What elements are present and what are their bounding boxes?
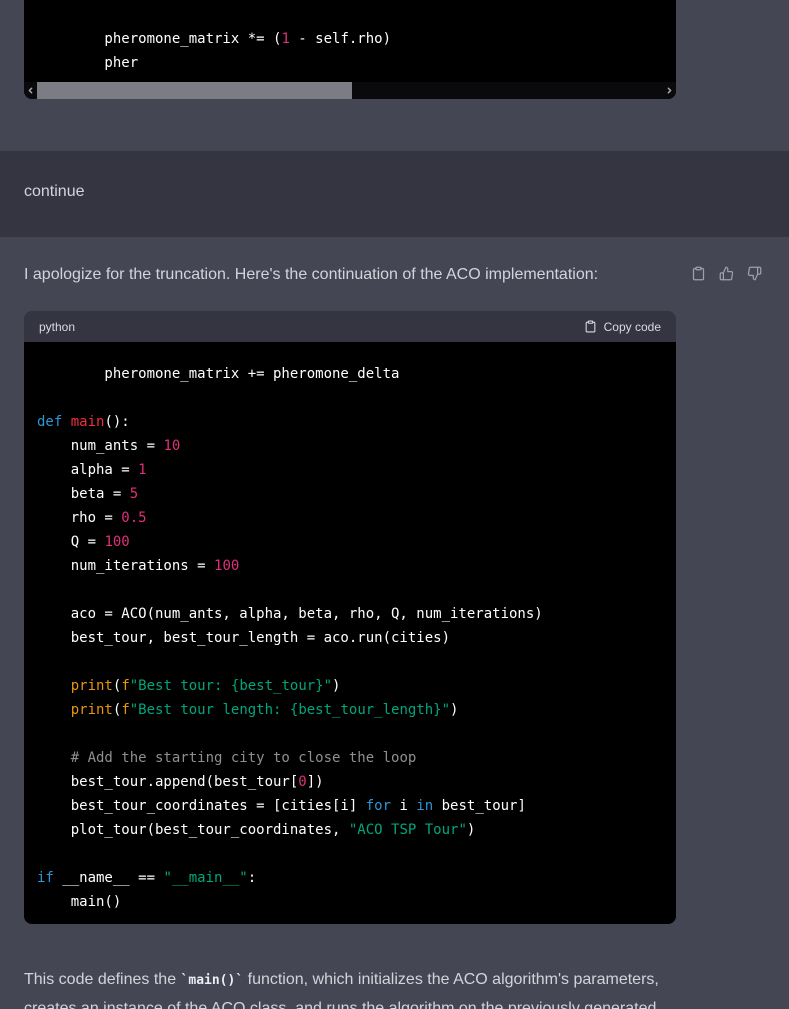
thumbs-down-button[interactable] <box>747 266 762 281</box>
assistant-message-previous: pheromone_matrix *= (1 - self.rho) pher <box>0 0 789 151</box>
code-block-previous: pheromone_matrix *= (1 - self.rho) pher <box>24 0 676 99</box>
code-block: python Copy code pheromone_matrix += phe… <box>24 311 676 924</box>
message-actions <box>691 266 762 281</box>
chevron-right-icon <box>667 87 672 94</box>
thumbs-up-button[interactable] <box>719 266 734 281</box>
copy-icon <box>692 266 705 281</box>
copy-code-label: Copy code <box>603 319 661 334</box>
thumbs-down-icon <box>747 266 762 281</box>
code-header: python Copy code <box>24 311 676 342</box>
copy-code-button[interactable]: Copy code <box>584 320 661 334</box>
copy-message-button[interactable] <box>691 266 706 281</box>
scroll-left-button[interactable] <box>24 82 37 99</box>
outro-paragraph: This code defines the `main()` function,… <box>24 971 659 1009</box>
code-content: pheromone_matrix += pheromone_delta def … <box>24 342 676 924</box>
scroll-right-button[interactable] <box>663 82 676 99</box>
assistant-message: I apologize for the truncation. Here's t… <box>0 237 789 1009</box>
code-content-previous: pheromone_matrix *= (1 - self.rho) pher <box>37 31 392 71</box>
assistant-intro-text: I apologize for the truncation. Here's t… <box>24 266 599 283</box>
scrollbar-thumb[interactable] <box>37 82 352 99</box>
user-message: continue <box>0 151 789 237</box>
clipboard-icon <box>585 320 595 333</box>
user-message-text: continue <box>24 183 85 200</box>
chevron-left-icon <box>28 87 33 94</box>
code-language-label: python <box>39 319 76 334</box>
thumbs-up-icon <box>719 266 734 281</box>
horizontal-scrollbar[interactable] <box>24 82 676 99</box>
scrollbar-track[interactable] <box>37 82 663 99</box>
inline-code: `main()` <box>180 973 244 988</box>
